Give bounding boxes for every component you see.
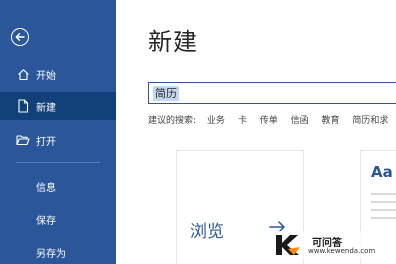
- suggested-term-link[interactable]: 业务: [207, 113, 225, 126]
- suggested-term-link[interactable]: 简历和求: [352, 113, 388, 126]
- suggested-term-link[interactable]: 信函: [291, 113, 309, 126]
- search-input-value: 简历: [153, 86, 179, 101]
- placeholder-text-line: [371, 209, 396, 211]
- suggested-term-link[interactable]: 卡: [238, 113, 247, 126]
- watermark: 可问答 www.kewenda.com: [268, 231, 390, 259]
- sidebar-item-save-as[interactable]: 另存为: [0, 238, 116, 264]
- sidebar-item-label: 打开: [36, 136, 56, 148]
- suggested-searches: 建议的搜索: 业务 卡 传单 信函 教育 简历和求: [148, 113, 396, 126]
- sidebar-item-label: 保存: [36, 215, 56, 227]
- page-title: 新建: [148, 28, 198, 56]
- sidebar-item-home[interactable]: 开始: [0, 60, 116, 88]
- suggested-term-link[interactable]: 传单: [260, 113, 278, 126]
- back-arrow-icon[interactable]: [11, 28, 29, 46]
- suggested-term-link[interactable]: 教育: [321, 113, 339, 126]
- template-search-input[interactable]: 简历: [148, 82, 396, 104]
- watermark-logo-icon: [276, 235, 300, 255]
- backstage-sidebar: 开始 新建 打开 信息 保存 另存为: [0, 0, 116, 264]
- home-icon: [16, 67, 30, 81]
- sidebar-item-info[interactable]: 信息: [0, 172, 116, 200]
- new-document-icon: [16, 99, 30, 113]
- sidebar-item-label: 信息: [36, 182, 56, 194]
- main-panel: 新建 简历 建议的搜索: 业务 卡 传单 信函 教育 简历和求 浏览 Aa: [116, 0, 396, 264]
- placeholder-text-line: [371, 193, 396, 195]
- sidebar-item-label: 开始: [36, 70, 56, 82]
- watermark-url: www.kewenda.com: [308, 247, 376, 255]
- sidebar-divider: [16, 162, 100, 163]
- template-card-label: 浏览: [190, 222, 224, 242]
- sidebar-item-save[interactable]: 保存: [0, 205, 116, 233]
- sidebar-item-open[interactable]: 打开: [0, 126, 116, 154]
- folder-open-icon: [16, 133, 30, 147]
- sidebar-item-label: 新建: [36, 102, 56, 114]
- placeholder-text-line: [371, 201, 396, 203]
- suggested-searches-label: 建议的搜索:: [148, 116, 197, 126]
- placeholder-text-line: [371, 217, 396, 219]
- backstage-window: 开始 新建 打开 信息 保存 另存为 新建 简历 建议的搜索: 业务 卡 传单 …: [0, 0, 396, 264]
- template-card-label: Aa: [371, 163, 393, 181]
- sidebar-item-label: 另存为: [36, 248, 66, 260]
- sidebar-item-new[interactable]: 新建: [0, 92, 116, 120]
